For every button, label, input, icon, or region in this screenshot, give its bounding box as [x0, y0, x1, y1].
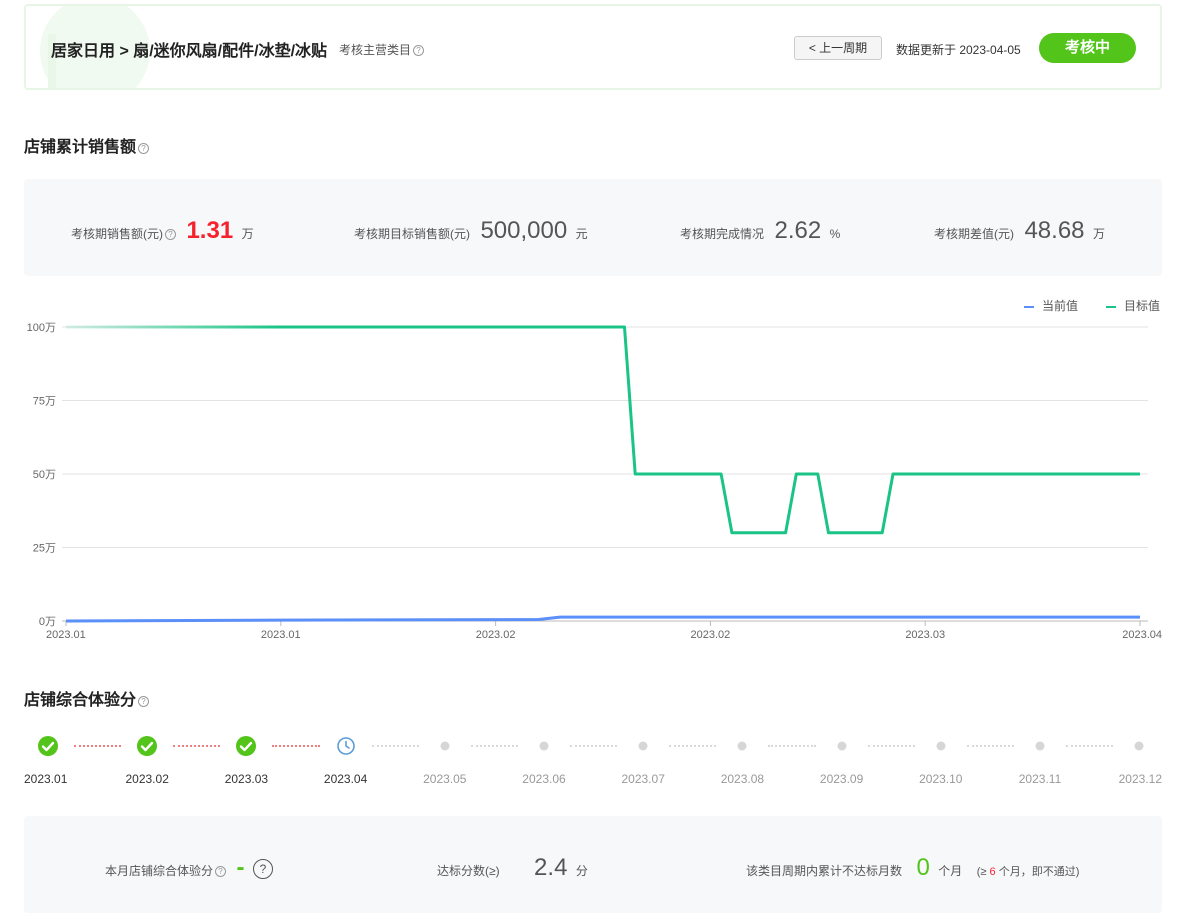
- data-update-time: 数据更新于 2023-04-05: [896, 43, 1021, 57]
- help-icon[interactable]: ?: [138, 696, 150, 707]
- stat-target-score: 达标分数(≥) 2.4 分: [437, 854, 588, 882]
- main-category-text: 考核主营类目: [339, 43, 412, 57]
- y-tick-label: 50万: [33, 469, 56, 481]
- timeline-connector: [1066, 745, 1114, 747]
- stat-fail-months: 该类目周期内累计不达标月数 0 个月 (≥ 6 个月，即不通过): [746, 854, 1079, 882]
- fail-note-suffix: 个月，即不通过): [995, 866, 1080, 878]
- pending-dot-icon: [1029, 735, 1051, 757]
- timeline-connector: [669, 745, 717, 747]
- stat-label: 该类目周期内累计不达标月数: [746, 864, 903, 878]
- stat-value: 1.31: [186, 217, 234, 244]
- fail-note-prefix: (≥: [976, 866, 990, 878]
- timeline-month-label: 2023.06: [522, 772, 566, 786]
- timeline-month-label: 2023.12: [1118, 772, 1162, 786]
- timeline-month-label: 2023.10: [919, 772, 963, 786]
- category-breadcrumb: 居家日用 > 扇/迷你风扇/配件/冰垫/冰贴: [51, 43, 328, 60]
- timeline-connector: [371, 745, 419, 747]
- timeline-connector: [173, 745, 221, 747]
- series-line-target: [66, 325, 1140, 535]
- stat-unit: 分: [575, 864, 588, 878]
- pending-dot-icon: [831, 735, 853, 757]
- score-section-title-text: 店铺综合体验分: [24, 692, 137, 709]
- y-tick-label: 100万: [27, 322, 56, 334]
- timeline-connector: [768, 745, 816, 747]
- x-tick-label: 2023.01: [46, 629, 86, 641]
- timeline-connector: [867, 745, 915, 747]
- pending-dot-icon: [731, 735, 753, 757]
- help-icon[interactable]: ?: [215, 866, 227, 877]
- help-icon[interactable]: ?: [138, 143, 150, 154]
- stat-label: 考核期目标销售额(元): [354, 227, 470, 241]
- timeline-connector: [570, 745, 618, 747]
- timeline-connector: [966, 745, 1014, 747]
- stat-value: 2.62: [774, 217, 822, 244]
- stat-month-score: 本月店铺综合体验分? - ?: [105, 854, 273, 882]
- x-tick-label: 2023.03: [905, 629, 945, 641]
- check-circle-icon: [235, 735, 257, 757]
- x-tick-label: 2023.02: [691, 629, 731, 641]
- timeline-month-label: 2023.01: [24, 772, 68, 786]
- timeline-month-label: 2023.07: [621, 772, 665, 786]
- stat-unit: 万: [1092, 227, 1105, 241]
- sales-section-title: 店铺累计销售额?: [24, 133, 150, 157]
- timeline-connector: [470, 745, 518, 747]
- stat-unit: 万: [241, 227, 254, 241]
- stat-difference: 考核期差值(元) 48.68 万: [934, 217, 1105, 245]
- clock-icon: [335, 735, 357, 757]
- pending-dot-icon: [1128, 735, 1150, 757]
- main-category-label: 考核主营类目?: [339, 41, 425, 58]
- status-badge: 考核中: [1039, 33, 1136, 63]
- score-section-title: 店铺综合体验分?: [24, 686, 150, 710]
- stat-label: 考核期差值(元): [934, 227, 1014, 241]
- timeline-month-label: 2023.02: [125, 772, 169, 786]
- series-line-current: [65, 615, 1140, 623]
- pending-dot-icon: [533, 735, 555, 757]
- help-icon[interactable]: ?: [165, 229, 176, 240]
- stat-label: 本月店铺综合体验分: [105, 864, 214, 878]
- stat-completion: 考核期完成情况 2.62 %: [680, 217, 840, 245]
- help-icon[interactable]: ?: [413, 45, 425, 56]
- header-card: 居家日用 > 扇/迷你风扇/配件/冰垫/冰贴 考核主营类目? < 上一周期 数据…: [24, 4, 1162, 90]
- timeline-connector: [74, 745, 122, 747]
- sales-stats-panel: 考核期销售额(元)? 1.31 万 考核期目标销售额(元) 500,000 元 …: [24, 179, 1162, 276]
- pending-dot-icon: [930, 735, 952, 757]
- sales-line-chart: 0万 25万 50万 75万 100万 2023.01 2023.01 2023.02 202…: [27, 322, 1162, 641]
- stat-unit: 个月: [938, 864, 963, 878]
- stat-value: 500,000: [480, 217, 568, 244]
- stat-value: 48.68: [1024, 217, 1085, 244]
- timeline-month-label: 2023.11: [1018, 772, 1062, 786]
- stat-unit: 元: [575, 227, 588, 241]
- x-tick-label: 2023.01: [261, 629, 301, 641]
- y-tick-label: 75万: [33, 396, 56, 408]
- timeline-connector: [272, 745, 320, 747]
- fail-note: (≥ 6 个月，即不通过): [977, 866, 1080, 878]
- stat-sales: 考核期销售额(元)? 1.31 万: [71, 217, 254, 245]
- stat-label: 考核期销售额(元): [71, 227, 163, 241]
- x-tick-label: 2023.04: [1122, 629, 1162, 641]
- x-tick-label: 2023.02: [476, 629, 516, 641]
- y-tick-label: 0万: [39, 616, 56, 628]
- score-stats-panel: 本月店铺综合体验分? - ? 达标分数(≥) 2.4 分 该类目周期内累计不达标…: [24, 816, 1162, 913]
- y-tick-label: 25万: [33, 543, 56, 555]
- timeline-month-label: 2023.08: [720, 772, 765, 786]
- stat-unit: %: [829, 227, 841, 241]
- stat-label: 考核期完成情况: [680, 227, 765, 241]
- score-help-icon[interactable]: ?: [252, 859, 273, 879]
- timeline-month-label: 2023.09: [819, 772, 864, 786]
- timeline-month-label: 2023.04: [323, 772, 368, 786]
- sales-section-title-text: 店铺累计销售额: [24, 139, 137, 156]
- prev-period-button[interactable]: < 上一周期: [794, 36, 882, 60]
- timeline-month-label: 2023.05: [423, 772, 467, 786]
- pending-dot-icon: [434, 735, 456, 757]
- stat-target-sales: 考核期目标销售额(元) 500,000 元: [354, 217, 588, 245]
- check-circle-icon: [37, 735, 59, 757]
- stat-value: -: [236, 854, 245, 881]
- check-circle-icon: [136, 735, 158, 757]
- timeline-month-label: 2023.03: [224, 772, 269, 786]
- stat-value: 2.4: [534, 854, 568, 881]
- stat-value: 0: [916, 854, 930, 881]
- stat-label: 达标分数(≥): [437, 864, 500, 878]
- pending-dot-icon: [632, 735, 654, 757]
